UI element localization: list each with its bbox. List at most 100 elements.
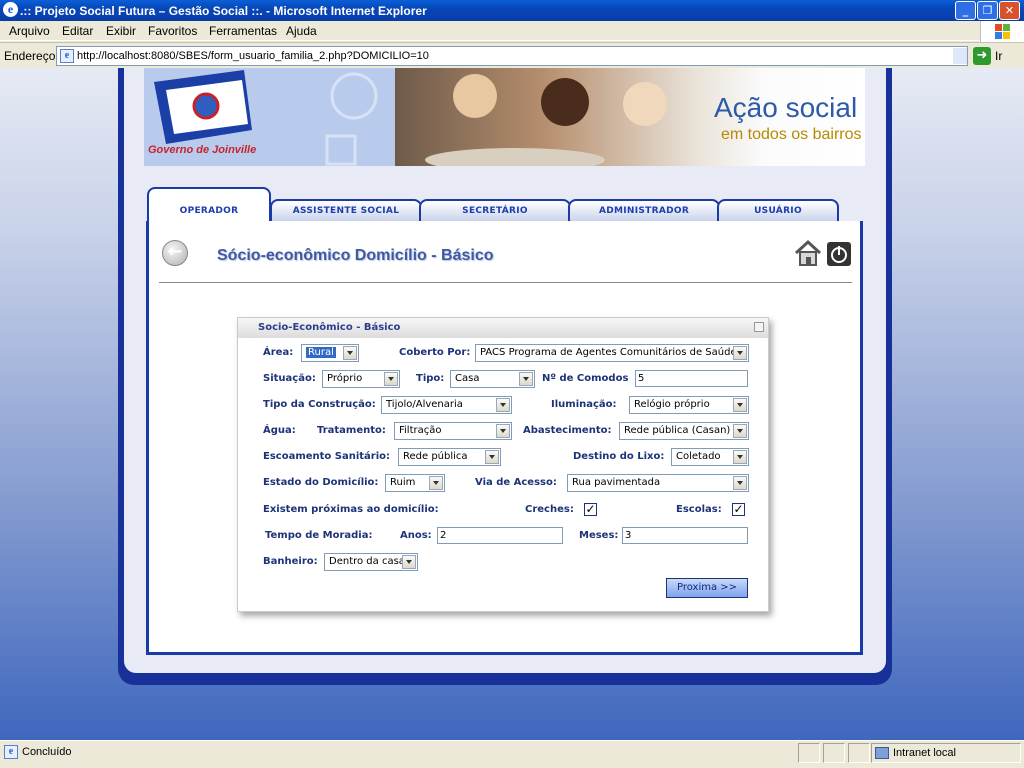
- estado-select[interactable]: Ruim: [385, 474, 445, 492]
- tratamento-label: Tratamento:: [317, 425, 386, 436]
- header-banner: Governo de Joinville Ação social em todo…: [144, 68, 865, 166]
- tratamento-select[interactable]: Filtração: [394, 422, 512, 440]
- construcao-value: Tijolo/Alvenaria: [386, 399, 463, 410]
- address-input[interactable]: e http://localhost:8080/SBES/form_usuari…: [56, 46, 968, 66]
- meses-input[interactable]: [622, 527, 748, 544]
- chevron-down-icon: [384, 372, 398, 386]
- lixo-label: Destino do Lixo:: [573, 451, 665, 462]
- status-cell: [823, 743, 845, 763]
- coberto-select[interactable]: PACS Programa de Agentes Comunitários de…: [475, 344, 749, 362]
- status-bar: e Concluído Intranet local: [0, 740, 1024, 768]
- restore-button[interactable]: ❐: [977, 1, 998, 20]
- tab-assistente-social-label: Assistente Social: [292, 206, 400, 216]
- lixo-value: Coletado: [676, 451, 721, 462]
- socioeconomic-form: Socio-Econômico - Básico Área: Rural Cob…: [237, 317, 769, 612]
- go-arrow-icon[interactable]: ➜: [973, 47, 991, 65]
- banheiro-select[interactable]: Dentro da casa: [324, 553, 418, 571]
- chevron-down-icon: [343, 346, 357, 360]
- abastecimento-label: Abastecimento:: [523, 425, 612, 436]
- tab-secretario[interactable]: Secretário: [419, 199, 571, 223]
- banheiro-value: Dentro da casa: [329, 556, 405, 567]
- address-dropdown-icon[interactable]: [953, 48, 967, 64]
- anos-input[interactable]: [437, 527, 563, 544]
- lixo-select[interactable]: Coletado: [671, 448, 749, 466]
- area-value: Rural: [306, 347, 336, 358]
- page-title: Sócio-econômico Domicílio - Básico: [217, 247, 494, 264]
- tab-operador[interactable]: Operador: [147, 187, 271, 223]
- zone-text: Intranet local: [893, 747, 956, 759]
- chevron-down-icon: [733, 476, 747, 490]
- estado-label: Estado do Domicílio:: [263, 477, 379, 488]
- tab-usuario-label: Usuário: [754, 206, 802, 216]
- form-collapse-icon[interactable]: [754, 322, 764, 332]
- next-button[interactable]: Proxima >>: [666, 578, 748, 598]
- intranet-icon: [875, 747, 889, 759]
- back-arrow-icon[interactable]: ←: [162, 240, 188, 266]
- minimize-button[interactable]: _: [955, 1, 976, 20]
- status-text: Concluído: [22, 746, 72, 758]
- construcao-select[interactable]: Tijolo/Alvenaria: [381, 396, 512, 414]
- address-label: Endereço: [4, 49, 56, 63]
- coberto-label: Coberto Por:: [399, 347, 471, 358]
- menu-editar[interactable]: Editar: [62, 24, 93, 38]
- status-cell: [848, 743, 870, 763]
- title-divider: [159, 282, 852, 283]
- tipo-select[interactable]: Casa: [450, 370, 535, 388]
- tab-operador-label: Operador: [179, 206, 239, 216]
- chevron-down-icon: [496, 398, 510, 412]
- menu-ferramentas[interactable]: Ferramentas: [209, 24, 277, 38]
- via-label: Via de Acesso:: [475, 477, 557, 488]
- situacao-label: Situação:: [263, 373, 316, 384]
- chevron-down-icon: [429, 476, 443, 490]
- tab-administrador-label: Administrador: [598, 206, 690, 216]
- comodos-label: Nº de Comodos: [542, 373, 629, 384]
- chevron-down-icon: [733, 398, 747, 412]
- power-icon[interactable]: [826, 241, 852, 267]
- tab-assistente-social[interactable]: Assistente Social: [270, 199, 422, 223]
- proximas-label: Existem próximas ao domicílio:: [263, 504, 439, 515]
- abastecimento-value: Rede pública (Casan): [624, 425, 731, 436]
- chevron-down-icon: [519, 372, 533, 386]
- chevron-down-icon: [733, 424, 747, 438]
- creches-checkbox[interactable]: ✓: [584, 503, 597, 516]
- slogan-title: Ação social: [714, 92, 858, 123]
- anos-label: Anos:: [400, 530, 432, 541]
- banheiro-label: Banheiro:: [263, 556, 318, 567]
- chevron-down-icon: [496, 424, 510, 438]
- iluminacao-label: Iluminação:: [551, 399, 617, 410]
- menu-bar: Arquivo Editar Exibir Favoritos Ferramen…: [0, 21, 1024, 41]
- close-button[interactable]: ✕: [999, 1, 1020, 20]
- moradia-label: Tempo de Moradia:: [265, 530, 373, 541]
- tab-administrador[interactable]: Administrador: [568, 199, 720, 223]
- tab-secretario-label: Secretário: [462, 206, 528, 216]
- via-select[interactable]: Rua pavimentada: [567, 474, 749, 492]
- iluminacao-select[interactable]: Relógio próprio: [629, 396, 749, 414]
- menu-exibir[interactable]: Exibir: [106, 24, 136, 38]
- ie-logo-icon: e: [3, 2, 18, 17]
- agua-label: Água:: [263, 425, 296, 436]
- area-select[interactable]: Rural: [301, 344, 359, 362]
- construcao-label: Tipo da Construção:: [263, 399, 376, 410]
- home-icon[interactable]: [793, 238, 823, 268]
- address-bar: Endereço e http://localhost:8080/SBES/fo…: [0, 42, 1024, 68]
- situacao-select[interactable]: Próprio: [322, 370, 400, 388]
- menu-arquivo[interactable]: Arquivo: [9, 24, 50, 38]
- chevron-down-icon: [485, 450, 499, 464]
- zone-cell: Intranet local: [871, 743, 1021, 763]
- chevron-down-icon: [733, 450, 747, 464]
- escolas-label: Escolas:: [676, 504, 722, 515]
- escolas-checkbox[interactable]: ✓: [732, 503, 745, 516]
- chevron-down-icon: [733, 346, 747, 360]
- menu-ajuda[interactable]: Ajuda: [286, 24, 317, 38]
- escoamento-label: Escoamento Sanitário:: [263, 451, 391, 462]
- go-button[interactable]: Ir: [995, 49, 1002, 63]
- menu-favoritos[interactable]: Favoritos: [148, 24, 197, 38]
- via-value: Rua pavimentada: [572, 477, 661, 488]
- abastecimento-select[interactable]: Rede pública (Casan): [619, 422, 749, 440]
- logo-text: Governo de Joinville: [148, 144, 257, 156]
- tratamento-value: Filtração: [399, 425, 442, 436]
- area-label: Área:: [263, 347, 294, 358]
- tab-usuario[interactable]: Usuário: [717, 199, 839, 223]
- comodos-input[interactable]: [635, 370, 748, 387]
- escoamento-select[interactable]: Rede pública: [398, 448, 501, 466]
